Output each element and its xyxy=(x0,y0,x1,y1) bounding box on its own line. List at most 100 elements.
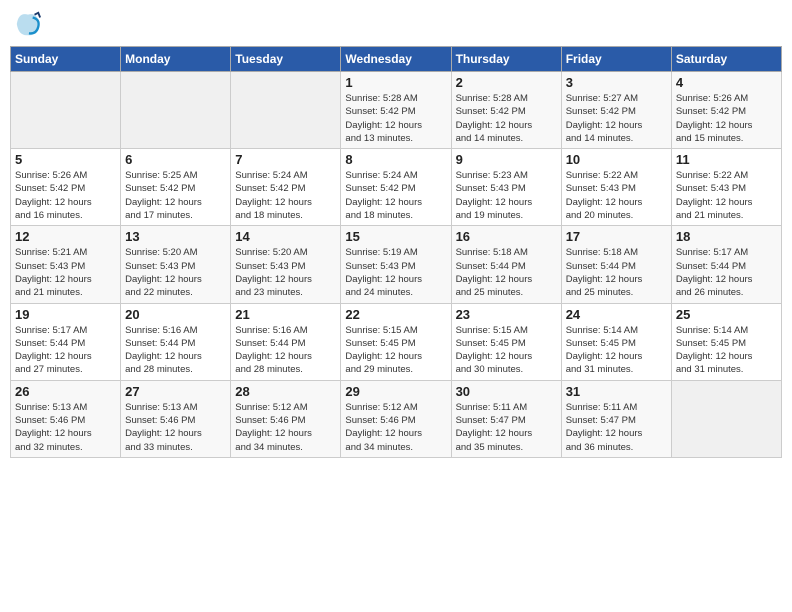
days-of-week-row: SundayMondayTuesdayWednesdayThursdayFrid… xyxy=(11,47,782,72)
day-number: 8 xyxy=(345,152,446,167)
calendar-cell: 7 Sunrise: 5:24 AM Sunset: 5:42 PM Daylig… xyxy=(231,149,341,226)
calendar-cell: 29 Sunrise: 5:12 AM Sunset: 5:46 PM Dayli… xyxy=(341,380,451,457)
calendar-cell: 14Sunrise: 5:20 AM Sunset: 5:43 PM Dayli… xyxy=(231,226,341,303)
day-info: Sunrise: 5:14 AM Sunset: 5:45 PM Dayligh… xyxy=(676,324,777,377)
day-info: Sunrise: 5:12 AM Sunset: 5:46 PM Dayligh… xyxy=(235,401,336,454)
day-info: Sunrise: 5:27 AM Sunset: 5:42 PM Dayligh… xyxy=(566,92,667,145)
day-number: 24 xyxy=(566,307,667,322)
day-header-tuesday: Tuesday xyxy=(231,47,341,72)
day-number: 12 xyxy=(15,229,116,244)
calendar-cell: 24 Sunrise: 5:14 AM Sunset: 5:45 PM Dayli… xyxy=(561,303,671,380)
calendar-cell: 26Sunrise: 5:13 AM Sunset: 5:46 PM Dayli… xyxy=(11,380,121,457)
calendar-cell: 1 Sunrise: 5:28 AM Sunset: 5:42 PM Daylig… xyxy=(341,72,451,149)
day-info: Sunrise: 5:14 AM Sunset: 5:45 PM Dayligh… xyxy=(566,324,667,377)
calendar-cell: 28 Sunrise: 5:12 AM Sunset: 5:46 PM Dayli… xyxy=(231,380,341,457)
calendar-cell xyxy=(671,380,781,457)
day-number: 20 xyxy=(125,307,226,322)
week-row-1: 1 Sunrise: 5:28 AM Sunset: 5:42 PM Daylig… xyxy=(11,72,782,149)
day-info: Sunrise: 5:23 AM Sunset: 5:43 PM Dayligh… xyxy=(456,169,557,222)
day-number: 21 xyxy=(235,307,336,322)
calendar-cell: 25 Sunrise: 5:14 AM Sunset: 5:45 PM Dayli… xyxy=(671,303,781,380)
day-info: Sunrise: 5:11 AM Sunset: 5:47 PM Dayligh… xyxy=(456,401,557,454)
day-info: Sunrise: 5:17 AM Sunset: 5:44 PM Dayligh… xyxy=(15,324,116,377)
day-info: Sunrise: 5:11 AM Sunset: 5:47 PM Dayligh… xyxy=(566,401,667,454)
calendar-cell: 10 Sunrise: 5:22 AM Sunset: 5:43 PM Dayli… xyxy=(561,149,671,226)
day-info: Sunrise: 5:16 AM Sunset: 5:44 PM Dayligh… xyxy=(235,324,336,377)
day-info: Sunrise: 5:17 AM Sunset: 5:44 PM Dayligh… xyxy=(676,246,777,299)
day-number: 4 xyxy=(676,75,777,90)
calendar-cell: 19Sunrise: 5:17 AM Sunset: 5:44 PM Dayli… xyxy=(11,303,121,380)
day-info: Sunrise: 5:16 AM Sunset: 5:44 PM Dayligh… xyxy=(125,324,226,377)
day-info: Sunrise: 5:24 AM Sunset: 5:42 PM Dayligh… xyxy=(235,169,336,222)
day-info: Sunrise: 5:18 AM Sunset: 5:44 PM Dayligh… xyxy=(456,246,557,299)
calendar-cell: 11 Sunrise: 5:22 AM Sunset: 5:43 PM Dayli… xyxy=(671,149,781,226)
day-number: 1 xyxy=(345,75,446,90)
day-info: Sunrise: 5:28 AM Sunset: 5:42 PM Dayligh… xyxy=(456,92,557,145)
day-number: 2 xyxy=(456,75,557,90)
day-info: Sunrise: 5:26 AM Sunset: 5:42 PM Dayligh… xyxy=(15,169,116,222)
day-info: Sunrise: 5:20 AM Sunset: 5:43 PM Dayligh… xyxy=(125,246,226,299)
day-number: 10 xyxy=(566,152,667,167)
calendar-cell: 17 Sunrise: 5:18 AM Sunset: 5:44 PM Dayli… xyxy=(561,226,671,303)
day-info: Sunrise: 5:25 AM Sunset: 5:42 PM Dayligh… xyxy=(125,169,226,222)
day-header-sunday: Sunday xyxy=(11,47,121,72)
page-header xyxy=(10,10,782,38)
day-number: 6 xyxy=(125,152,226,167)
day-number: 28 xyxy=(235,384,336,399)
day-info: Sunrise: 5:28 AM Sunset: 5:42 PM Dayligh… xyxy=(345,92,446,145)
calendar-cell: 2 Sunrise: 5:28 AM Sunset: 5:42 PM Daylig… xyxy=(451,72,561,149)
calendar-cell xyxy=(11,72,121,149)
week-row-2: 5 Sunrise: 5:26 AM Sunset: 5:42 PM Daylig… xyxy=(11,149,782,226)
day-info: Sunrise: 5:12 AM Sunset: 5:46 PM Dayligh… xyxy=(345,401,446,454)
day-header-monday: Monday xyxy=(121,47,231,72)
day-header-friday: Friday xyxy=(561,47,671,72)
day-header-wednesday: Wednesday xyxy=(341,47,451,72)
day-number: 17 xyxy=(566,229,667,244)
calendar-cell: 8 Sunrise: 5:24 AM Sunset: 5:42 PM Daylig… xyxy=(341,149,451,226)
day-number: 27 xyxy=(125,384,226,399)
day-number: 26 xyxy=(15,384,116,399)
calendar-cell: 9Sunrise: 5:23 AM Sunset: 5:43 PM Daylig… xyxy=(451,149,561,226)
calendar-cell: 18 Sunrise: 5:17 AM Sunset: 5:44 PM Dayli… xyxy=(671,226,781,303)
calendar-cell: 3 Sunrise: 5:27 AM Sunset: 5:42 PM Daylig… xyxy=(561,72,671,149)
calendar-cell: 4 Sunrise: 5:26 AM Sunset: 5:42 PM Daylig… xyxy=(671,72,781,149)
day-number: 7 xyxy=(235,152,336,167)
calendar-header: SundayMondayTuesdayWednesdayThursdayFrid… xyxy=(11,47,782,72)
week-row-3: 12Sunrise: 5:21 AM Sunset: 5:43 PM Dayli… xyxy=(11,226,782,303)
day-info: Sunrise: 5:15 AM Sunset: 5:45 PM Dayligh… xyxy=(456,324,557,377)
day-number: 29 xyxy=(345,384,446,399)
day-number: 31 xyxy=(566,384,667,399)
calendar-cell: 15Sunrise: 5:19 AM Sunset: 5:43 PM Dayli… xyxy=(341,226,451,303)
calendar-cell: 20 Sunrise: 5:16 AM Sunset: 5:44 PM Dayli… xyxy=(121,303,231,380)
day-header-saturday: Saturday xyxy=(671,47,781,72)
day-info: Sunrise: 5:24 AM Sunset: 5:42 PM Dayligh… xyxy=(345,169,446,222)
day-number: 11 xyxy=(676,152,777,167)
logo xyxy=(10,10,42,38)
day-info: Sunrise: 5:22 AM Sunset: 5:43 PM Dayligh… xyxy=(676,169,777,222)
calendar-cell xyxy=(121,72,231,149)
calendar-cell: 6 Sunrise: 5:25 AM Sunset: 5:42 PM Daylig… xyxy=(121,149,231,226)
calendar-cell: 12Sunrise: 5:21 AM Sunset: 5:43 PM Dayli… xyxy=(11,226,121,303)
day-number: 23 xyxy=(456,307,557,322)
day-header-thursday: Thursday xyxy=(451,47,561,72)
day-info: Sunrise: 5:22 AM Sunset: 5:43 PM Dayligh… xyxy=(566,169,667,222)
day-number: 22 xyxy=(345,307,446,322)
day-number: 3 xyxy=(566,75,667,90)
calendar-cell: 13 Sunrise: 5:20 AM Sunset: 5:43 PM Dayli… xyxy=(121,226,231,303)
calendar-cell: 21 Sunrise: 5:16 AM Sunset: 5:44 PM Dayli… xyxy=(231,303,341,380)
day-number: 30 xyxy=(456,384,557,399)
logo-icon xyxy=(14,10,42,38)
day-info: Sunrise: 5:26 AM Sunset: 5:42 PM Dayligh… xyxy=(676,92,777,145)
day-number: 25 xyxy=(676,307,777,322)
day-number: 18 xyxy=(676,229,777,244)
day-number: 5 xyxy=(15,152,116,167)
day-info: Sunrise: 5:19 AM Sunset: 5:43 PM Dayligh… xyxy=(345,246,446,299)
calendar-cell xyxy=(231,72,341,149)
calendar-cell: 31 Sunrise: 5:11 AM Sunset: 5:47 PM Dayli… xyxy=(561,380,671,457)
day-info: Sunrise: 5:18 AM Sunset: 5:44 PM Dayligh… xyxy=(566,246,667,299)
day-info: Sunrise: 5:15 AM Sunset: 5:45 PM Dayligh… xyxy=(345,324,446,377)
day-info: Sunrise: 5:13 AM Sunset: 5:46 PM Dayligh… xyxy=(125,401,226,454)
day-number: 13 xyxy=(125,229,226,244)
calendar-cell: 23 Sunrise: 5:15 AM Sunset: 5:45 PM Dayli… xyxy=(451,303,561,380)
calendar-cell: 16Sunrise: 5:18 AM Sunset: 5:44 PM Dayli… xyxy=(451,226,561,303)
